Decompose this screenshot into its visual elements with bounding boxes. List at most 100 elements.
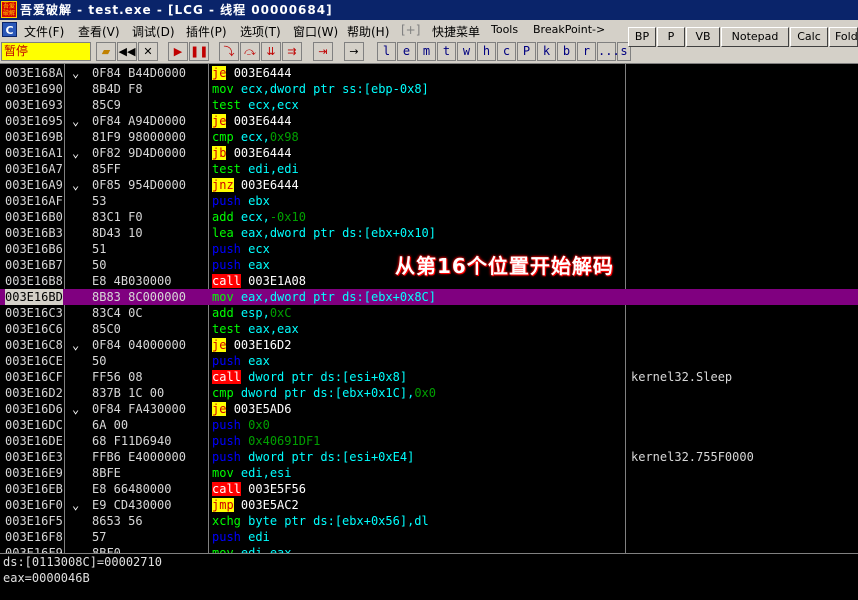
disasm-row[interactable]: 003E1695 ⌄ 0F84 A94D0000 je 003E6444 [0,113,858,129]
menu-help[interactable]: 帮助(H) [347,23,389,40]
disasm-row[interactable]: 003E16A1 ⌄ 0F82 9D4D0000 jb 003E6444 [0,145,858,161]
address-cell: 003E16A9 [5,178,63,192]
disasm-row[interactable]: 003E16F9 8BF0 mov edi,eax [0,545,858,553]
operand: dword ptr ds:[esi+0x8] [248,370,408,384]
hex-cell: E8 66480000 [92,482,172,496]
disasm-row[interactable]: 003E16D2 837B 1C 00 cmp dword ptr ds:[ebx+… [0,385,858,401]
disasm-cell: test eax,eax [212,321,299,337]
mnemonic: mov [212,466,234,480]
tool-button-k[interactable]: k [537,42,556,61]
disasm-cell: add ecx,-0x10 [212,209,306,225]
menu-view[interactable]: 查看(V) [78,23,120,40]
disasm-row[interactable]: 003E16E3 FFB6 E4000000 push dword ptr ds:[… [0,449,858,465]
disasm-row[interactable]: 003E16EB E8 66480000 call 003E5F56 [0,481,858,497]
disasm-row[interactable]: 003E16F5 8653 56 xchg byte ptr ds:[ebx+0x5… [0,513,858,529]
disasm-cell: je 003E6444 [212,65,291,81]
mnemonic: push [212,434,241,448]
menu-file[interactable]: 文件(F) [24,23,64,40]
tool-button-h[interactable]: h [477,42,496,61]
tool-button-more[interactable]: ... [597,42,620,61]
address-cell: 003E16A7 [5,162,63,176]
disasm-cell: add esp,0xC [212,305,292,321]
address-cell: 003E16D6 [5,402,63,416]
disasm-row[interactable]: 003E16F0 ⌄ E9 CD430000 jmp 003E5AC2 [0,497,858,513]
disasm-row[interactable]: 003E16BD 8B83 8C000000 mov eax,dword ptr d… [0,289,858,305]
disasm-cell: lea eax,dword ptr ds:[ebx+0x10] [212,225,436,241]
rewind-icon[interactable]: ◀◀ [117,42,137,61]
address-cell: 003E16E3 [5,450,63,464]
p-button[interactable]: P [657,27,685,47]
tool-button-m[interactable]: m [417,42,436,61]
disasm-row[interactable]: 003E16DC 6A 00 push 0x0 [0,417,858,433]
address-cell: 003E16C8 [5,338,63,352]
step-over-icon[interactable]: ⤼ [240,42,260,61]
address-cell: 003E1693 [5,98,63,112]
menu-breakpoint[interactable]: BreakPoint-> [533,23,605,36]
menu-tools[interactable]: Tools [491,23,518,36]
disasm-row[interactable]: 003E16AF 53 push ebx [0,193,858,209]
menu-plus[interactable]: [+] [401,23,420,37]
notepad-button[interactable]: Notepad [721,27,789,47]
menu-options[interactable]: 选项(T) [240,23,281,40]
disasm-row[interactable]: 003E16E9 8BFE mov edi,esi [0,465,858,481]
disassembly-pane[interactable]: 003E168A ⌄ 0F84 B44D0000 je 003E6444 003E169… [0,64,858,553]
menu-plugins[interactable]: 插件(P) [186,23,227,40]
cpu-window-icon[interactable]: C [2,22,17,37]
hex-cell: 8B83 8C000000 [92,290,186,304]
disasm-row[interactable]: 003E16B3 8D43 10 lea eax,dword ptr ds:[ebx… [0,225,858,241]
tool-button-l[interactable]: l [377,42,396,61]
menu-debug[interactable]: 调试(D) [132,23,175,40]
menu-window[interactable]: 窗口(W) [293,23,338,40]
disasm-row[interactable]: 003E16F8 57 push edi [0,529,858,545]
calc-button[interactable]: Calc [790,27,828,47]
disasm-row[interactable]: 003E16CF FF56 08 call dword ptr ds:[esi+0x… [0,369,858,385]
tool-button-w[interactable]: w [457,42,476,61]
mnemonic: call [212,482,241,496]
bp-button[interactable]: BP [628,27,656,47]
fold-button[interactable]: Fold [829,27,858,47]
trace-over-icon[interactable]: ⇉ [282,42,302,61]
tool-button-b[interactable]: b [557,42,576,61]
mnemonic: push [212,530,241,544]
trace-into-icon[interactable]: ⇊ [261,42,281,61]
disasm-row[interactable]: 003E16CE 50 push eax [0,353,858,369]
disasm-cell: call dword ptr ds:[esi+0x8] [212,369,407,385]
hex-cell: 51 [92,242,107,256]
disasm-row[interactable]: 003E16C3 83C4 0C add esp,0xC [0,305,858,321]
execute-till-return-icon[interactable]: ⇥ [313,42,333,61]
tool-button-p[interactable]: P [517,42,536,61]
disasm-row[interactable]: 003E1693 85C9 test ecx,ecx [0,97,858,113]
disasm-cell: mov edi,esi [212,465,292,481]
disasm-row[interactable]: 003E16A9 ⌄ 0F85 954D0000 jnz 003E6444 [0,177,858,193]
tool-button-c[interactable]: c [497,42,516,61]
address-cell: 003E16F8 [5,530,63,544]
operand: 0x98 [269,130,299,144]
hex-cell: 50 [92,354,107,368]
disasm-row[interactable]: 003E16A7 85FF test edi,edi [0,161,858,177]
hex-cell: E9 CD430000 [92,498,172,512]
tool-button-t[interactable]: t [437,42,456,61]
close-icon[interactable]: ✕ [138,42,158,61]
menu-shortcut[interactable]: 快捷菜单 [432,23,480,40]
disasm-row[interactable]: 003E169B 81F9 98000000 cmp ecx,0x98 [0,129,858,145]
pause-icon[interactable]: ❚❚ [189,42,209,61]
operand: edi,eax [240,546,292,553]
disasm-row[interactable]: 003E1690 8B4D F8 mov ecx,dword ptr ss:[ebp… [0,81,858,97]
disasm-row[interactable]: 003E16B0 83C1 F0 add ecx,-0x10 [0,209,858,225]
disasm-row[interactable]: 003E16C6 85C0 test eax,eax [0,321,858,337]
vb-button[interactable]: VB [686,27,720,47]
open-icon[interactable]: ▰ [96,42,116,61]
hex-cell: 8D43 10 [92,226,143,240]
tool-button-e[interactable]: e [397,42,416,61]
run-icon[interactable]: ▶ [168,42,188,61]
mnemonic: cmp [212,386,234,400]
disasm-row[interactable]: 003E16D6 ⌄ 0F84 FA430000 je 003E5AD6 [0,401,858,417]
goto-icon[interactable]: → [344,42,364,61]
tool-button-r[interactable]: r [577,42,596,61]
jump-arrow-icon: ⌄ [72,114,80,128]
step-into-icon[interactable]: ⤵ [219,42,239,61]
disasm-row[interactable]: 003E168A ⌄ 0F84 B44D0000 je 003E6444 [0,65,858,81]
disasm-row[interactable]: 003E16C8 ⌄ 0F84 04000000 je 003E16D2 [0,337,858,353]
disasm-row[interactable]: 003E16DE 68 F11D6940 push 0x40691DF1 [0,433,858,449]
disasm-cell: jb 003E6444 [212,145,291,161]
